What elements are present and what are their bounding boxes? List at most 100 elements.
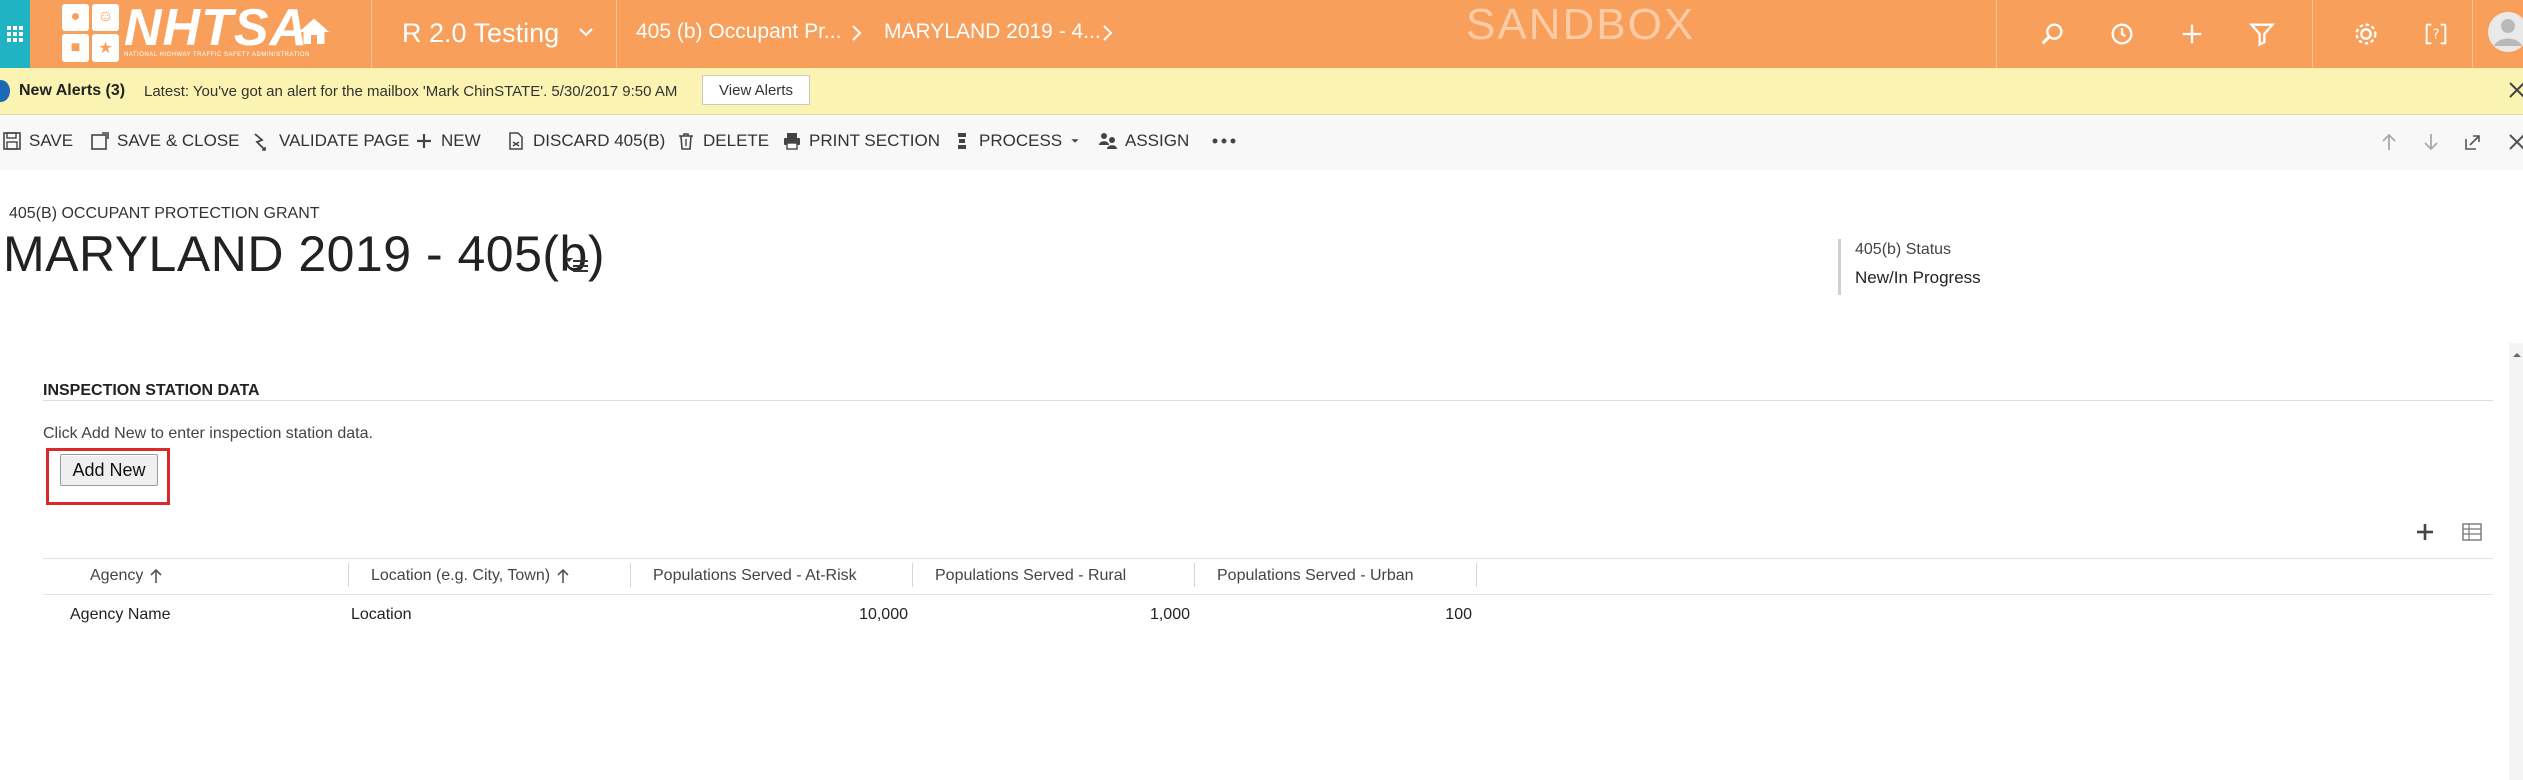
nav-divider [371,0,372,68]
nhtsa-logo-text: NHTSA [124,0,309,57]
entity-type-label: 405(B) OCCUPANT PROTECTION GRANT [9,205,320,222]
section-divider [43,400,2493,401]
save-close-icon [91,132,109,150]
seat-icon: ■ [62,33,89,62]
save-button[interactable]: SAVE [2,131,73,151]
print-section-button[interactable]: PRINT SECTION [782,131,940,151]
scroll-up-icon[interactable] [2512,350,2522,360]
filter-icon[interactable] [2248,20,2276,48]
breadcrumb-record[interactable]: MARYLAND 2019 - 4... [884,20,1101,44]
discard-button[interactable]: DISCARD 405(B) [506,131,665,151]
print-label: PRINT SECTION [809,131,940,150]
assign-label: ASSIGN [1125,131,1190,150]
chevron-down-icon[interactable] [576,22,596,42]
caret-down-icon [1071,139,1079,143]
command-bar: SAVE SAVE & CLOSE VALIDATE PAGE NEW DISC… [0,115,2523,170]
discard-icon [509,132,523,150]
chevron-right-icon [852,25,862,41]
sandbox-environment-label: SANDBOX [1466,0,1696,49]
column-separator[interactable] [912,563,913,587]
nhtsa-logo-subtitle: NATIONAL HIGHWAY TRAFFIC SAFETY ADMINIST… [124,52,310,58]
process-dropdown-button[interactable]: PROCESS [952,131,1081,151]
nav-divider [2312,0,2313,68]
alert-notification-bar: New Alerts (3) Latest: You've got an ale… [0,68,2523,115]
save-icon [3,132,21,150]
printer-icon [784,133,800,150]
save-close-label: SAVE & CLOSE [117,131,240,150]
help-icon[interactable]: ? [2422,20,2450,48]
alert-message: Latest: You've got an alert for the mail… [144,83,678,100]
grid-view-icon[interactable] [2460,520,2484,544]
validate-icon [254,133,266,151]
new-label: NEW [441,131,481,150]
form-selector-icon[interactable] [564,252,590,274]
column-header-agency[interactable]: Agency [90,567,163,585]
sort-ascending-icon [557,568,569,583]
breadcrumb-grant[interactable]: 405 (b) Occupant Pr... [636,20,841,44]
page-scrollbar[interactable] [2509,343,2523,780]
status-field: 405(b) Status New/In Progress [1838,239,1995,295]
new-button[interactable]: NEW [414,131,481,151]
app-title[interactable]: R 2.0 Testing [402,18,559,49]
record-title: MARYLAND 2019 - 405(b) [3,226,606,282]
status-label: 405(b) Status [1855,241,1952,258]
add-new-button[interactable]: Add New [60,454,158,486]
section-title: INSPECTION STATION DATA [43,382,260,399]
user-avatar-icon[interactable] [2486,8,2523,56]
validate-page-button[interactable]: VALIDATE PAGE [252,131,409,151]
grid-header-border [43,594,2493,595]
status-value: New/In Progress [1855,268,1981,287]
svg-text:?: ? [2433,28,2440,43]
column-separator[interactable] [1194,563,1195,587]
nav-divider [1996,0,1997,68]
gear-icon[interactable] [2352,20,2380,48]
add-record-icon[interactable] [2413,520,2437,544]
section-hint: Click Add New to enter inspection statio… [43,425,373,442]
delete-button[interactable]: DELETE [676,131,769,151]
arrow-up-icon[interactable] [2378,131,2400,153]
column-separator[interactable] [348,563,349,587]
delete-label: DELETE [703,131,770,150]
column-header-rural[interactable]: Populations Served - Rural [935,567,1126,585]
pop-out-icon[interactable] [2462,131,2484,153]
save-and-close-button[interactable]: SAVE & CLOSE [90,131,240,151]
assign-button[interactable]: ASSIGN [1098,131,1189,151]
cell-agency[interactable]: Agency Name [70,606,171,624]
column-header-label: Populations Served - At-Risk [653,567,857,584]
column-header-urban[interactable]: Populations Served - Urban [1217,567,1414,585]
column-header-at-risk[interactable]: Populations Served - At-Risk [653,567,857,585]
car-icon: ● [62,4,89,31]
column-header-label: Populations Served - Rural [935,567,1127,584]
cell-rural: 1,000 [1149,606,1190,623]
alert-title: New Alerts (3) [19,82,126,99]
close-record-icon[interactable] [2506,131,2523,153]
column-separator[interactable] [1476,563,1477,587]
nav-divider [616,0,617,68]
view-alerts-button[interactable]: View Alerts [702,75,810,105]
sort-ascending-icon [150,568,162,583]
column-header-label: Agency [90,567,144,584]
history-icon[interactable] [2108,20,2136,48]
chevron-right-icon[interactable] [1101,24,1115,42]
process-icon [958,133,966,149]
column-separator[interactable] [630,563,631,587]
cell-location: Location [351,606,412,623]
column-header-label: Location (e.g. City, Town) [371,567,551,584]
plus-icon[interactable] [2178,20,2206,48]
cell-at-risk: 10,000 [859,606,908,623]
save-label: SAVE [29,131,74,150]
search-icon[interactable] [2038,20,2066,48]
nav-divider [2472,0,2473,68]
top-navigation-bar: ● ☺ ■ ★ NHTSA NATIONAL HIGHWAY TRAFFIC S… [0,0,2523,68]
arrow-down-icon[interactable] [2420,131,2442,153]
waffle-icon[interactable] [0,0,30,68]
close-icon[interactable] [2506,78,2523,102]
home-icon[interactable] [296,14,332,50]
trash-icon [679,133,693,150]
discard-label: DISCARD 405(B) [533,131,666,150]
validate-label: VALIDATE PAGE [279,131,410,150]
column-header-location[interactable]: Location (e.g. City, Town) [371,567,570,585]
cell-urban: 100 [1445,606,1472,623]
person-icon: ☺ [92,4,119,31]
more-commands-button[interactable] [1210,131,1238,151]
